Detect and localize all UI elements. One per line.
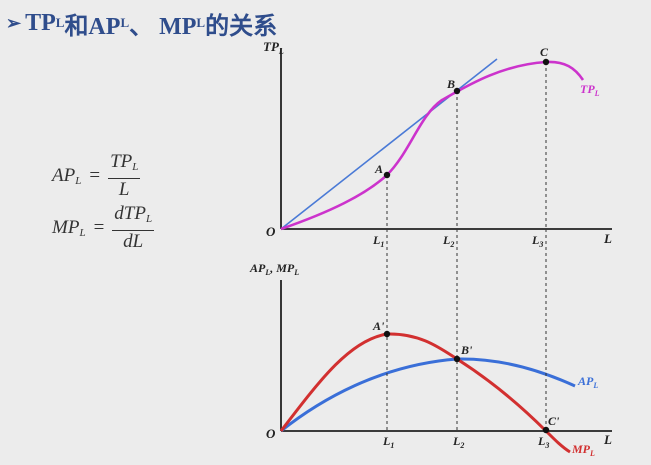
bottom-tick-l2: L2 xyxy=(452,434,464,450)
ap-curve xyxy=(280,357,576,433)
point-a xyxy=(383,171,391,179)
point-b-prime xyxy=(453,355,461,363)
point-c-label: C xyxy=(540,45,549,59)
point-c xyxy=(542,58,550,66)
tangent-ray-line xyxy=(280,58,498,230)
production-diagram: TPL L O A B C TPL L1 L2 L3 APL, MPL L O … xyxy=(249,39,612,458)
top-tick-l3: L3 xyxy=(531,233,543,249)
tp-curve xyxy=(280,60,585,231)
top-tick-l1: L1 xyxy=(372,233,384,249)
mp-curve xyxy=(279,332,571,454)
top-y-axis-label: TPL xyxy=(263,39,284,56)
mp-curve-label: MPL xyxy=(571,442,595,458)
point-b-label: B xyxy=(446,77,455,91)
top-origin-label: O xyxy=(266,224,276,239)
bottom-tick-l1: L1 xyxy=(382,434,394,450)
point-a-prime-label: A' xyxy=(372,319,385,333)
tp-curve-label: TPL xyxy=(580,82,600,98)
bottom-graph: APL, MPL L O A' B' C' APL MPL L1 L2 L3 xyxy=(249,229,612,458)
top-graph: TPL L O A B C TPL L1 L2 L3 xyxy=(263,39,612,249)
point-a-prime xyxy=(383,330,391,338)
bottom-origin-label: O xyxy=(266,426,276,441)
point-a-label: A xyxy=(374,162,383,176)
ap-curve-label: APL xyxy=(577,374,598,390)
top-tick-l2: L2 xyxy=(442,233,454,249)
slide: ➢ TP L 和AP L 、 MP L 的关系 APL = TPL L MPL = d… xyxy=(0,0,651,465)
top-x-axis-label: L xyxy=(603,231,612,246)
bottom-y-axis-label: APL, MPL xyxy=(249,261,299,277)
bottom-x-axis-label: L xyxy=(603,432,612,447)
point-b-prime-label: B' xyxy=(460,343,473,357)
bottom-tick-l3: L3 xyxy=(537,434,549,450)
point-c-prime-label: C' xyxy=(548,414,560,428)
